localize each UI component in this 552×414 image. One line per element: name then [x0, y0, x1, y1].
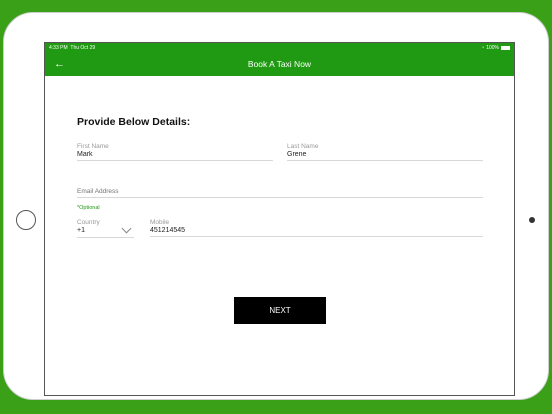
form-heading: Provide Below Details: [77, 116, 191, 128]
mobile-input[interactable] [150, 226, 483, 237]
last-name-label: Last Name [287, 143, 319, 150]
wifi-icon: ◔ [481, 45, 485, 51]
status-bar: 4:33 PM Thu Oct 29 ◔ 100% [45, 43, 514, 53]
status-time-date: 4:33 PM Thu Oct 29 [49, 43, 95, 53]
battery-percent: 100% [486, 45, 499, 51]
country-select[interactable]: +1 [77, 223, 134, 238]
email-input[interactable] [77, 187, 483, 198]
tablet-frame: 4:33 PM Thu Oct 29 ◔ 100% ← Book A Taxi … [3, 12, 549, 400]
chevron-down-icon [121, 223, 132, 234]
first-name-input[interactable] [77, 150, 273, 161]
last-name-field: Last Name [287, 143, 483, 161]
battery-icon [501, 46, 510, 50]
country-field[interactable]: Country +1 [77, 219, 134, 238]
camera-dot [529, 217, 535, 223]
home-button[interactable] [16, 210, 36, 230]
app-bar: ← Book A Taxi Now [45, 53, 514, 76]
status-date: Thu Oct 29 [70, 45, 96, 51]
next-button[interactable]: NEXT [234, 297, 326, 324]
status-time: 4:33 PM [49, 45, 68, 51]
first-name-label: First Name [77, 143, 109, 150]
email-field [77, 187, 483, 198]
mobile-label: Mobile [150, 219, 170, 226]
last-name-input[interactable] [287, 150, 483, 161]
country-code: +1 [77, 227, 85, 234]
app-screen: 4:33 PM Thu Oct 29 ◔ 100% ← Book A Taxi … [44, 42, 515, 396]
mobile-field: Mobile [150, 219, 483, 237]
status-right: ◔ 100% [481, 43, 510, 53]
email-optional-hint: *Optional [77, 205, 100, 211]
page-title: Book A Taxi Now [247, 59, 312, 69]
first-name-field: First Name [77, 143, 273, 161]
